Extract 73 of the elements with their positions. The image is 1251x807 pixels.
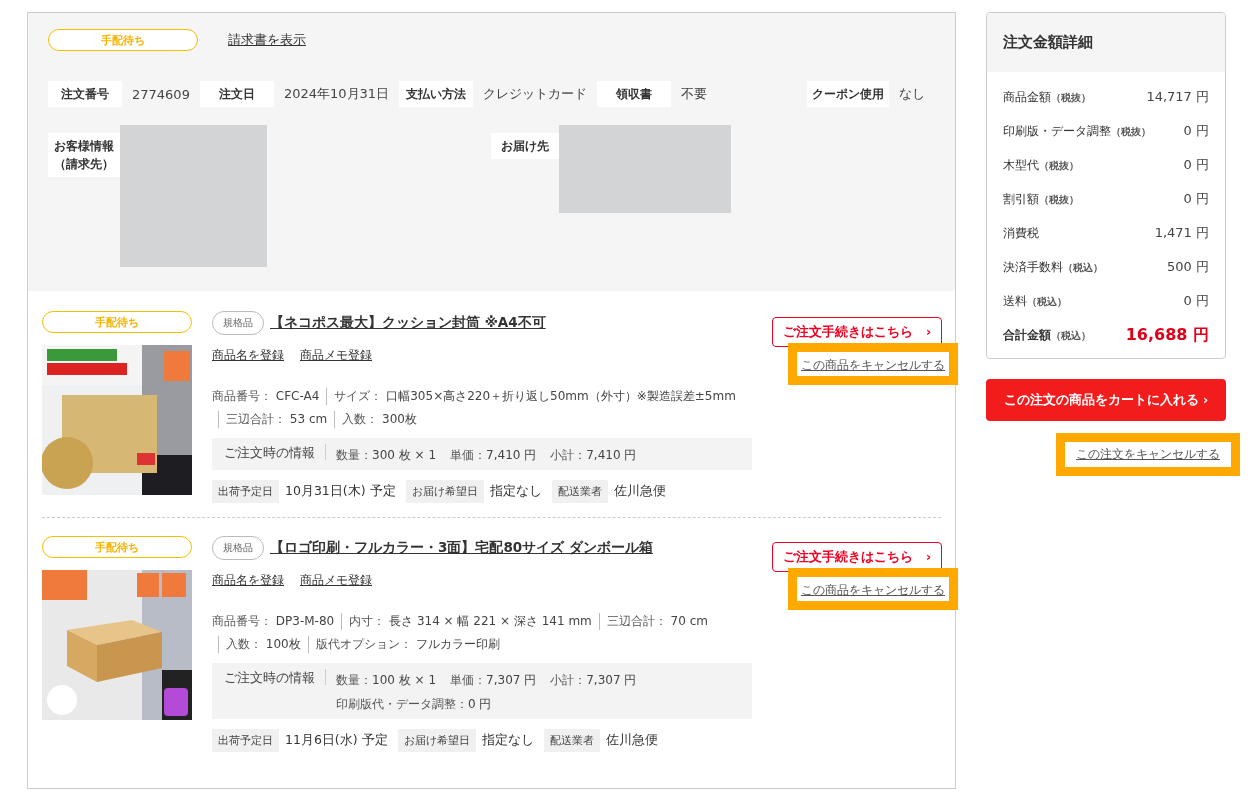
register-link[interactable]: 商品メモ登録 (300, 347, 372, 364)
add-to-cart-button[interactable]: この注文の商品をカートに入れる › (986, 379, 1226, 421)
field-value: 2024年10月31日 (283, 85, 390, 103)
shipping-value: 指定なし (489, 483, 542, 500)
shipping-value: 佐川急便 (605, 732, 658, 749)
shipping-label: 出荷予定日 (212, 729, 279, 752)
summary-value: 16,688 円 (1125, 324, 1209, 346)
shipping-label: お届け希望日 (405, 480, 484, 503)
summary-value: 0 円 (1183, 190, 1209, 208)
field-label: 支払い方法 (399, 81, 474, 107)
field-label: 注文番号 (48, 81, 122, 107)
cancel-order-link[interactable]: この注文をキャンセルする (1076, 446, 1220, 463)
field-label: お客様情報（請求先） (48, 133, 120, 177)
product-title[interactable]: 【ロゴ印刷・フルカラー・3面】宅配80サイズ ダンボール箱 (270, 539, 653, 557)
status-badge: 手配待ち (42, 536, 192, 558)
summary-value: 0 円 (1183, 292, 1209, 310)
summary-label: 割引額（税抜） (1003, 190, 1079, 208)
register-link[interactable]: 商品名を登録 (212, 347, 284, 364)
invoice-link[interactable]: 請求書を表示 (228, 31, 306, 49)
shipping-value: 佐川急便 (613, 483, 666, 500)
spec-text: 入数： 300枚 (334, 411, 424, 428)
summary-label: 合計金額（税込） (1003, 326, 1091, 344)
shipping-value: 11月6日(水) 予定 (285, 732, 388, 749)
spec-text: 商品番号： CFC-A4 (212, 388, 321, 405)
spec-text: 内寸： 長さ 314 × 幅 221 × 深さ 141 mm (341, 613, 599, 630)
product-title[interactable]: 【ネコポス最大】クッション封筒 ※A4不可 (270, 314, 546, 332)
shipping-value: 指定なし (481, 732, 534, 749)
summary-title: 注文金額詳細 (987, 13, 1225, 72)
info-text: 数量：300 枚 × 1 (336, 448, 437, 462)
spec-text: サイズ： 口幅305×高さ220＋折り返し50mm（外寸）※製造誤差±5mm (326, 388, 743, 405)
spec-text: 商品番号： DP3-M-80 (212, 613, 336, 630)
summary-value: 14,717 円 (1146, 88, 1209, 106)
field-value: 不要 (681, 85, 708, 103)
summary-label: 消費税 (1003, 224, 1039, 242)
shipping-label: 配送業者 (551, 480, 608, 503)
summary-value: 0 円 (1183, 156, 1209, 174)
register-link[interactable]: 商品名を登録 (212, 572, 284, 589)
status-badge: 手配待ち (42, 311, 192, 333)
summary-label: 決済手数料（税込） (1003, 258, 1103, 276)
summary-label: 送料（税込） (1003, 292, 1067, 310)
info-text: 小計：7,307 円 (550, 673, 637, 687)
info-text: 小計：7,410 円 (550, 448, 637, 462)
info-text: 単価：7,410 円 (450, 448, 537, 462)
summary-label: 印刷版・データ調整（税抜） (1003, 122, 1151, 140)
cancel-item-link[interactable]: この商品をキャンセルする (801, 583, 945, 597)
field-value: クレジットカード (483, 85, 588, 103)
summary-value: 0 円 (1183, 122, 1209, 140)
summary-label: 木型代（税抜） (1003, 156, 1079, 174)
summary-value: 1,471 円 (1154, 224, 1209, 242)
field-label: 注文日 (199, 81, 274, 107)
field-value: 2774609 (132, 86, 190, 102)
summary-label: 商品金額（税抜） (1003, 88, 1091, 106)
field-label: 領収書 (597, 81, 672, 107)
field-value: なし (899, 85, 925, 103)
spec-text: 三辺合計： 70 cm (598, 613, 715, 630)
shipping-label: お届け希望日 (397, 729, 476, 752)
shipping-value: 10月31日(木) 予定 (285, 483, 396, 500)
info-text: 単価：7,307 円 (450, 673, 537, 687)
info-text: 印刷版代・データ調整：0 円 (336, 697, 492, 711)
field-label: お届け先 (491, 133, 559, 159)
spec-text: 三辺合計： 53 cm (218, 411, 335, 428)
cancel-item-link[interactable]: この商品をキャンセルする (801, 358, 945, 372)
status-badge: 手配待ち (48, 29, 198, 51)
info-title: ご注文時の情報 (224, 444, 326, 460)
info-text: 数量：100 枚 × 1 (336, 673, 437, 687)
shipping-label: 配送業者 (543, 729, 600, 752)
summary-value: 500 円 (1167, 258, 1209, 276)
register-link[interactable]: 商品メモ登録 (300, 572, 372, 589)
info-title: ご注文時の情報 (224, 669, 326, 685)
spec-text: 入数： 100枚 (218, 636, 308, 653)
shipping-label: 出荷予定日 (212, 480, 279, 503)
field-label: クーポン使用 (807, 81, 889, 107)
spec-text: 版代オプション： フルカラー印刷 (307, 636, 507, 653)
